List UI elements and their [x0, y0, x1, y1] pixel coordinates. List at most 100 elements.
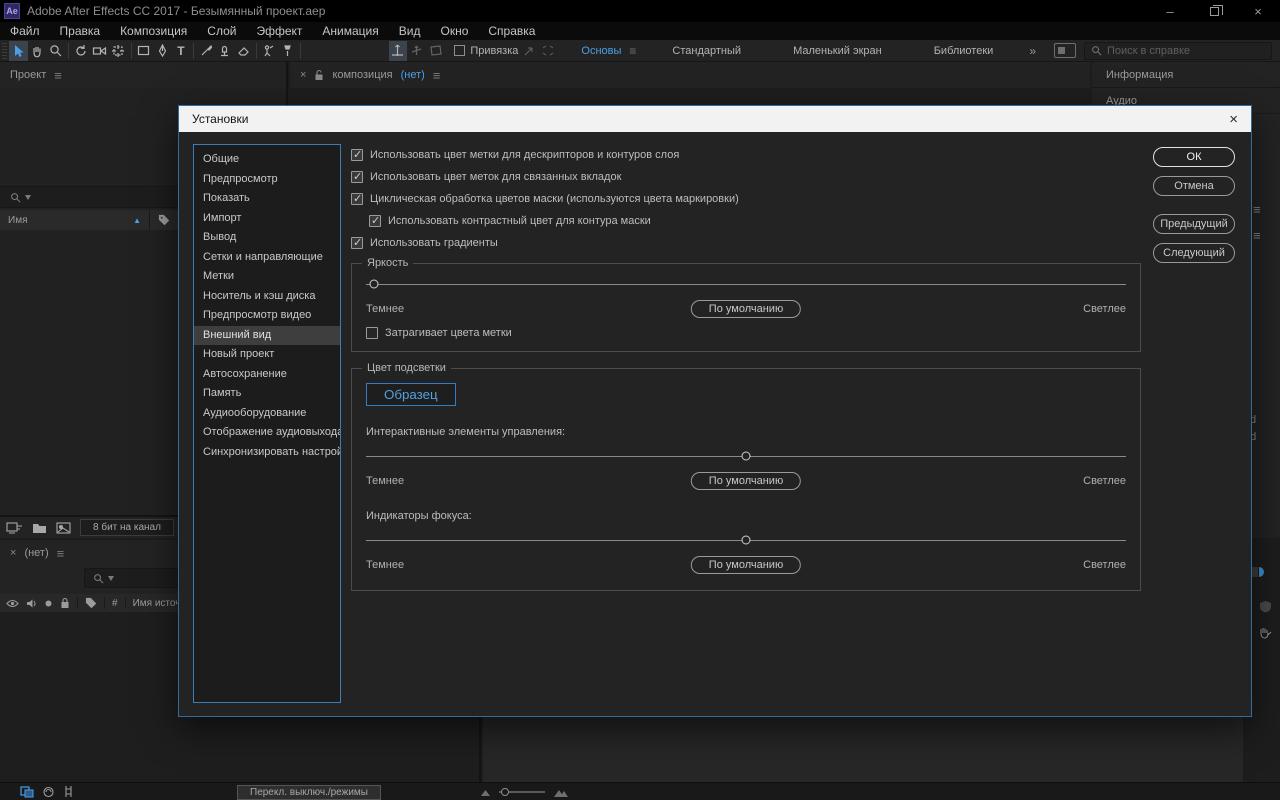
- category-labels[interactable]: Метки: [194, 267, 340, 287]
- zoom-out-mountain-icon[interactable]: [480, 788, 491, 797]
- checkbox-checked[interactable]: [351, 237, 363, 249]
- zoom-slider[interactable]: [499, 791, 545, 793]
- interpret-footage-icon[interactable]: [6, 521, 23, 534]
- axis-mode-local-button[interactable]: [389, 41, 408, 61]
- cycle-mask-colors-row[interactable]: Циклическая обработка цветов маски (испо…: [351, 192, 1141, 205]
- new-composition-icon[interactable]: [56, 522, 71, 534]
- eye-icon[interactable]: [6, 599, 19, 608]
- menu-file[interactable]: Файл: [0, 24, 50, 38]
- sample-color-button[interactable]: Образец: [366, 383, 456, 406]
- snap-checkbox[interactable]: [454, 45, 465, 56]
- workspace-tab-libraries[interactable]: Библиотеки: [908, 45, 1020, 57]
- focus-default-button[interactable]: По умолчанию: [691, 556, 801, 574]
- clone-stamp-tool-button[interactable]: [216, 41, 235, 61]
- brightness-default-button[interactable]: По умолчанию: [691, 300, 801, 318]
- category-video-preview[interactable]: Предпросмотр видео: [194, 306, 340, 326]
- minimize-button[interactable]: –: [1148, 0, 1192, 22]
- layer-number-header[interactable]: #: [112, 598, 118, 609]
- category-grids-guides[interactable]: Сетки и направляющие: [194, 248, 340, 268]
- menu-edit[interactable]: Правка: [50, 24, 111, 38]
- mask-shape-tool-button[interactable]: [134, 41, 153, 61]
- close-window-button[interactable]: ×: [1236, 0, 1280, 22]
- transfer-controls-icon[interactable]: [42, 786, 55, 798]
- panel-menu-icon[interactable]: ≡: [433, 68, 441, 83]
- category-audio-hardware[interactable]: Аудиооборудование: [194, 404, 340, 424]
- in-out-duration-icon[interactable]: [63, 785, 74, 798]
- type-tool-button[interactable]: T: [172, 41, 191, 61]
- ok-button[interactable]: ОК: [1153, 147, 1235, 167]
- timeline-tab-label[interactable]: (нет): [24, 547, 48, 559]
- shield-icon[interactable]: [1259, 600, 1272, 613]
- category-sync-settings[interactable]: Синхронизировать настройки: [194, 443, 340, 463]
- rotation-tool-button[interactable]: [72, 41, 91, 61]
- interactive-controls-slider[interactable]: [366, 450, 1126, 462]
- help-search-box[interactable]: [1084, 42, 1272, 60]
- menu-composition[interactable]: Композиция: [110, 24, 197, 38]
- more-workspaces-chevron[interactable]: »: [1019, 44, 1046, 58]
- cc-libraries-icon[interactable]: [1251, 566, 1265, 578]
- name-column-header[interactable]: Имя ▲: [0, 210, 150, 230]
- checkbox-unchecked[interactable]: [366, 327, 378, 339]
- category-general[interactable]: Общие: [194, 150, 340, 170]
- toggle-switches-modes-button[interactable]: Перекл. выключ./режимы: [237, 785, 381, 800]
- axis-mode-view-button[interactable]: [426, 41, 445, 61]
- checkbox-checked[interactable]: [351, 193, 363, 205]
- panel-menu-icon[interactable]: ≡: [1253, 228, 1261, 243]
- use-label-color-tabs-row[interactable]: Использовать цвет меток для связанных вк…: [351, 170, 1141, 183]
- menu-animation[interactable]: Анимация: [312, 24, 388, 38]
- focus-indicators-slider[interactable]: [366, 534, 1126, 546]
- category-auto-save[interactable]: Автосохранение: [194, 365, 340, 385]
- use-gradients-row[interactable]: Использовать градиенты: [351, 236, 1141, 249]
- menu-effect[interactable]: Эффект: [246, 24, 312, 38]
- menu-window[interactable]: Окно: [430, 24, 478, 38]
- dialog-titlebar[interactable]: Установки ×: [179, 106, 1251, 132]
- panel-menu-icon[interactable]: ≡: [57, 546, 65, 561]
- category-output[interactable]: Вывод: [194, 228, 340, 248]
- menu-view[interactable]: Вид: [389, 24, 431, 38]
- snap-to-icon[interactable]: [523, 44, 536, 57]
- previous-button[interactable]: Предыдущий: [1153, 214, 1235, 234]
- brightness-slider[interactable]: [366, 278, 1126, 290]
- slider-track[interactable]: [366, 284, 1126, 285]
- project-color-depth-button[interactable]: 8 бит на канал: [80, 519, 174, 536]
- workspace-menu-icon[interactable]: ≡: [629, 44, 636, 58]
- lock-icon[interactable]: [60, 597, 70, 609]
- help-search-input[interactable]: [1107, 45, 1247, 57]
- pen-tool-button[interactable]: [153, 41, 172, 61]
- restore-button[interactable]: [1192, 0, 1236, 22]
- project-tab-label[interactable]: Проект: [10, 69, 46, 81]
- panel-menu-icon[interactable]: ≡: [54, 68, 62, 83]
- checkbox-checked[interactable]: [351, 149, 363, 161]
- unlock-icon[interactable]: [314, 69, 324, 81]
- layer-switches-icon[interactable]: [20, 786, 34, 798]
- info-panel-tab[interactable]: Информация: [1092, 62, 1280, 88]
- snap-options-icon[interactable]: [541, 44, 555, 57]
- interactive-controls-slider-thumb[interactable]: [742, 452, 751, 461]
- axis-mode-world-button[interactable]: [407, 41, 426, 61]
- camera-tool-button[interactable]: [91, 41, 110, 61]
- category-previews[interactable]: Предпросмотр: [194, 170, 340, 190]
- close-tab-icon[interactable]: ×: [300, 69, 306, 81]
- affects-label-colors-row[interactable]: Затрагивает цвета метки: [366, 326, 1126, 339]
- workspace-tab-small-screen[interactable]: Маленький экран: [767, 45, 908, 57]
- puppet-pin-tool-button[interactable]: [278, 41, 297, 61]
- roto-brush-tool-button[interactable]: [259, 41, 278, 61]
- category-appearance[interactable]: Внешний вид: [194, 326, 340, 346]
- eraser-tool-button[interactable]: [234, 41, 253, 61]
- zoom-in-mountain-icon[interactable]: [553, 786, 569, 798]
- zoom-tool-button[interactable]: [47, 41, 66, 61]
- menu-layer[interactable]: Слой: [197, 24, 246, 38]
- interactive-default-button[interactable]: По умолчанию: [691, 472, 801, 490]
- solo-icon[interactable]: [44, 599, 53, 608]
- pan-behind-tool-button[interactable]: [109, 41, 128, 61]
- dialog-close-button[interactable]: ×: [1229, 111, 1238, 128]
- tag-icon[interactable]: [85, 597, 97, 609]
- composition-tab-label[interactable]: композиция: [332, 69, 392, 81]
- category-import[interactable]: Импорт: [194, 209, 340, 229]
- category-new-project[interactable]: Новый проект: [194, 345, 340, 365]
- category-memory[interactable]: Память: [194, 384, 340, 404]
- category-audio-output-mapping[interactable]: Отображение аудиовыхода: [194, 423, 340, 443]
- toolbar-grip[interactable]: [2, 43, 7, 59]
- create-folder-icon[interactable]: [32, 522, 47, 534]
- menu-help[interactable]: Справка: [478, 24, 545, 38]
